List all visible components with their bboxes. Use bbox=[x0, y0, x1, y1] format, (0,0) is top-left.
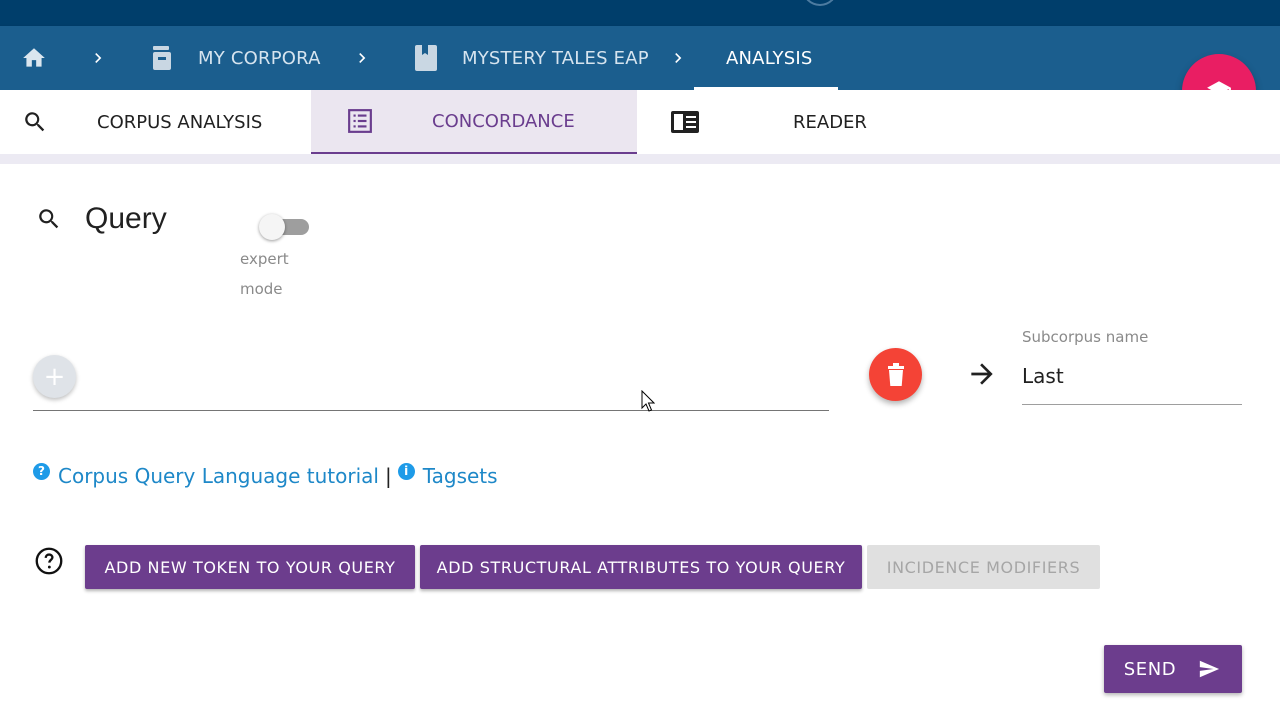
breadcrumb-label: MY CORPORA bbox=[198, 47, 321, 69]
book-icon bbox=[415, 45, 437, 71]
add-structural-attributes-button[interactable]: ADD STRUCTURAL ATTRIBUTES TO YOUR QUERY bbox=[420, 545, 862, 589]
tab-divider bbox=[0, 154, 1280, 164]
expert-mode-label: expert mode bbox=[240, 250, 289, 298]
tab-corpus-analysis[interactable]: CORPUS ANALYSIS bbox=[0, 90, 311, 154]
expert-mode-toggle-thumb[interactable] bbox=[259, 214, 285, 240]
query-title: Query bbox=[85, 202, 167, 235]
query-input-underline bbox=[33, 410, 829, 411]
tab-label: CONCORDANCE bbox=[432, 110, 575, 132]
help-circle-icon[interactable] bbox=[35, 547, 63, 575]
chevron-right-icon bbox=[668, 26, 688, 90]
help-links: ? Corpus Query Language tutorial | i Tag… bbox=[33, 462, 498, 488]
send-button-label: SEND bbox=[1123, 658, 1177, 680]
send-button[interactable]: SEND bbox=[1104, 645, 1242, 693]
search-icon bbox=[39, 209, 59, 229]
breadcrumb-label: MYSTERY TALES EAP bbox=[462, 47, 649, 69]
profile-icon[interactable] bbox=[802, 0, 838, 6]
analysis-tabs: CORPUS ANALYSIS CONCORDANCE READER bbox=[0, 90, 1280, 154]
chevron-right-icon bbox=[88, 26, 108, 90]
cql-tutorial-link[interactable]: Corpus Query Language tutorial bbox=[58, 464, 379, 488]
tab-concordance[interactable]: CONCORDANCE bbox=[311, 90, 637, 154]
reader-icon bbox=[671, 111, 699, 133]
search-icon bbox=[25, 112, 45, 132]
top-app-bar bbox=[0, 0, 1280, 26]
subcorpus-name-label: Subcorpus name bbox=[1022, 328, 1149, 346]
breadcrumb-label: ANALYSIS bbox=[726, 47, 813, 69]
chevron-right-icon bbox=[352, 26, 372, 90]
tagsets-link[interactable]: Tagsets bbox=[423, 464, 498, 488]
info-icon: i bbox=[397, 462, 415, 480]
tab-label: CORPUS ANALYSIS bbox=[97, 111, 263, 133]
breadcrumb-item-my-corpora[interactable]: MY CORPORA bbox=[150, 26, 321, 90]
tab-label: READER bbox=[793, 111, 867, 133]
send-icon bbox=[1200, 660, 1220, 678]
add-query-token-button[interactable]: + bbox=[33, 355, 76, 398]
link-separator: | bbox=[384, 464, 392, 488]
incidence-modifiers-button[interactable]: INCIDENCE MODIFIERS bbox=[867, 545, 1100, 589]
subcorpus-name-field[interactable]: Last bbox=[1022, 364, 1064, 388]
archive-icon bbox=[153, 46, 171, 70]
list-icon bbox=[348, 109, 372, 133]
delete-query-button[interactable] bbox=[869, 348, 922, 401]
mouse-cursor-icon bbox=[641, 390, 655, 412]
arrow-right-icon bbox=[971, 363, 993, 385]
add-new-token-button[interactable]: ADD NEW TOKEN TO YOUR QUERY bbox=[85, 545, 415, 589]
trash-icon bbox=[887, 362, 904, 386]
breadcrumb-item-mystery-tales[interactable]: MYSTERY TALES EAP bbox=[414, 26, 649, 90]
tab-reader[interactable]: READER bbox=[637, 90, 967, 154]
home-icon[interactable] bbox=[20, 26, 48, 90]
breadcrumb-item-analysis[interactable]: ANALYSIS bbox=[726, 26, 813, 90]
question-icon: ? bbox=[33, 462, 50, 480]
subcorpus-field-underline bbox=[1022, 404, 1242, 405]
breadcrumb: MY CORPORA MYSTERY TALES EAP ANALYSIS bbox=[0, 26, 1280, 90]
